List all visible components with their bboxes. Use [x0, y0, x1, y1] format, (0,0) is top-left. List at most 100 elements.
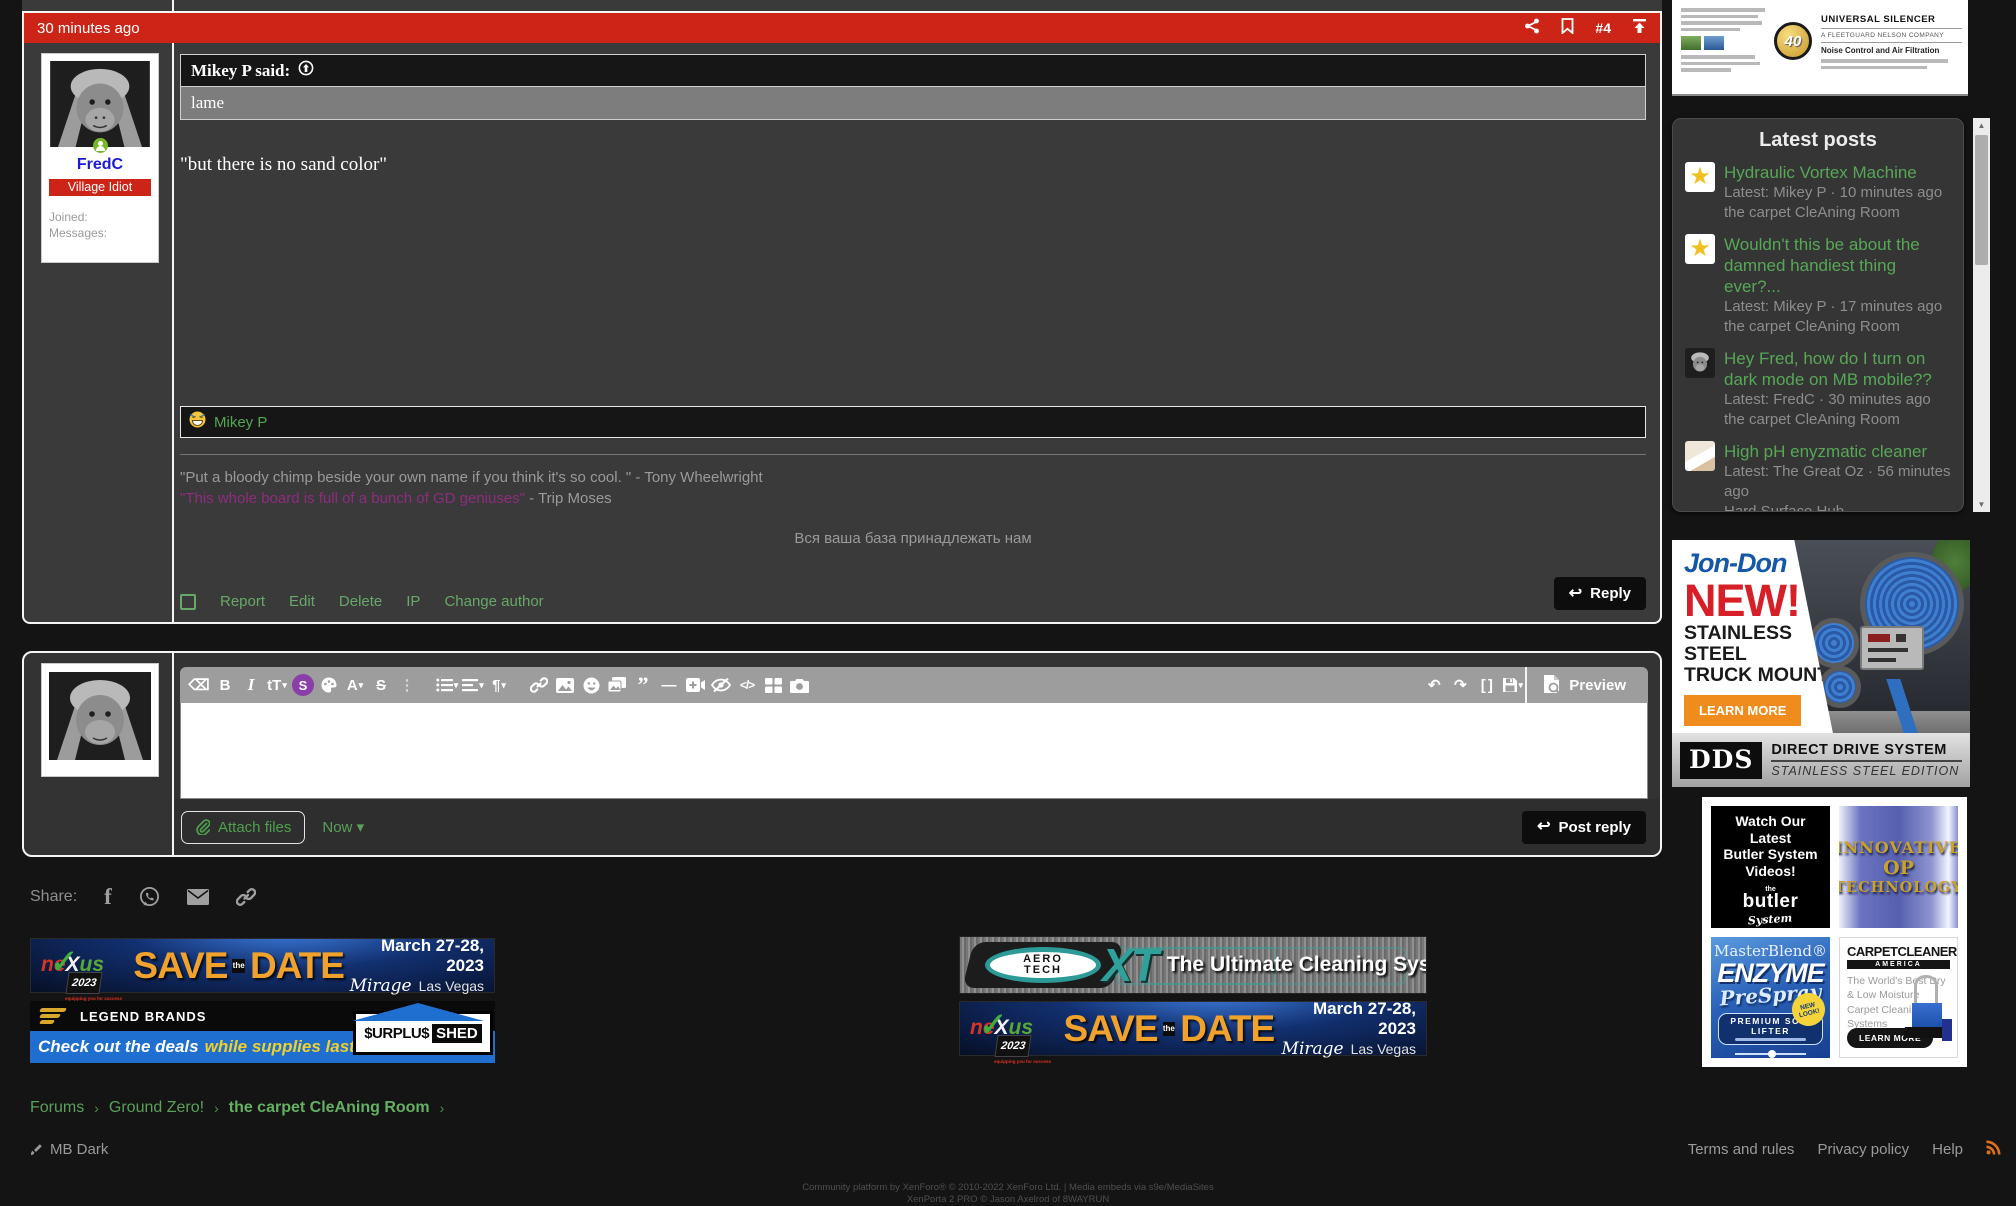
nexus-banner-ad-2[interactable]: neXus ✓ 2023 equipping you for success S…: [959, 1001, 1427, 1056]
style-chooser[interactable]: MB Dark: [30, 1141, 108, 1158]
jump-to-top-icon[interactable]: [1632, 18, 1647, 39]
post-timestamp[interactable]: 30 minutes ago: [37, 20, 140, 37]
alignment-icon[interactable]: ▾: [460, 671, 486, 699]
scroll-down-arrow[interactable]: ▼: [1973, 497, 1990, 512]
edit-link[interactable]: Edit: [289, 593, 315, 610]
scroll-up-arrow[interactable]: ▲: [1973, 118, 1990, 133]
reply-text-input[interactable]: [180, 703, 1648, 799]
platform-credit[interactable]: Community platform by XenForo® © 2010-20…: [0, 1182, 2016, 1194]
latest-post-item[interactable]: ★ Hydraulic Vortex Machine Latest: Mikey…: [1685, 162, 1951, 223]
bookmark-icon[interactable]: [1561, 18, 1574, 39]
insert-link-icon[interactable]: [526, 671, 552, 699]
select-post-checkbox[interactable]: [180, 594, 196, 610]
paragraph-format-icon[interactable]: ¶▾: [486, 671, 512, 699]
breadcrumb-forums[interactable]: Forums: [30, 1099, 84, 1117]
bold-icon[interactable]: B: [212, 671, 238, 699]
messages-label: Messages:: [49, 225, 151, 241]
italic-icon[interactable]: I: [238, 671, 264, 699]
thread-title[interactable]: Hydraulic Vortex Machine: [1724, 162, 1951, 183]
list-icon[interactable]: ▾: [434, 671, 460, 699]
font-family-icon[interactable]: A▾: [342, 671, 368, 699]
thread-forum[interactable]: the carpet CleAning Room: [1724, 203, 1951, 223]
strikethrough-icon[interactable]: S: [368, 671, 394, 699]
bbcode-icon[interactable]: [ ]: [1473, 671, 1499, 699]
horizontal-rule-icon[interactable]: —: [656, 671, 682, 699]
email-share-icon[interactable]: [187, 889, 209, 905]
thread-forum[interactable]: the carpet CleAning Room: [1724, 410, 1951, 430]
post-number[interactable]: #4: [1595, 20, 1611, 36]
rss-icon[interactable]: [1986, 1140, 2001, 1159]
sidebar: 40 UNIVERSAL SILENCER A FLEETGUARD NELSO…: [1672, 0, 2016, 1200]
dds-subtitle: STAINLESS STEEL EDITION: [1771, 764, 1962, 778]
thread-title[interactable]: Hey Fred, how do I turn on dark mode on …: [1724, 348, 1951, 390]
author-username[interactable]: FredC: [49, 156, 151, 174]
aerotech-banner-ad[interactable]: AEROTECH XT The Ultimate Cleaning System: [959, 936, 1427, 994]
spoiler-eye-slash-icon[interactable]: [708, 671, 734, 699]
camera-attach-icon[interactable]: [786, 671, 812, 699]
post-time-selector[interactable]: Now ▾: [322, 818, 364, 836]
quote-icon[interactable]: ”: [630, 671, 656, 699]
copy-link-share-icon[interactable]: [236, 887, 256, 907]
sidebar-scrollbar[interactable]: ▲ ▼: [1973, 118, 1990, 512]
dds-title: DIRECT DRIVE SYSTEM: [1771, 742, 1962, 762]
facebook-share-icon[interactable]: f: [104, 887, 112, 907]
save-text: SAVE: [1064, 1008, 1158, 1050]
terms-link[interactable]: Terms and rules: [1688, 1141, 1795, 1158]
thread-forum[interactable]: the carpet CleAning Room: [1724, 317, 1951, 337]
remove-format-icon[interactable]: ⌫: [186, 671, 212, 699]
jondon-ad[interactable]: Jon-Don NEW! STAINLESS STEEL TRUCK MOUNT…: [1672, 540, 1970, 787]
innovative-op-ad[interactable]: INNOVATIVE OP TECHNOLOGY: [1839, 806, 1958, 928]
whatsapp-share-icon[interactable]: [139, 886, 160, 907]
insert-image-icon[interactable]: [552, 671, 578, 699]
privacy-link[interactable]: Privacy policy: [1817, 1141, 1909, 1158]
smilies-icon[interactable]: [578, 671, 604, 699]
carp etcleaner-ad[interactable]: CARPETCLEANER AMERICA The World's Best D…: [1839, 937, 1958, 1059]
post-header: 30 minutes ago #4: [24, 13, 1660, 43]
signature-user-link[interactable]: Mikey P: [214, 414, 267, 431]
attach-files-button[interactable]: Attach files: [181, 811, 305, 844]
more-options-icon[interactable]: ⋮: [394, 671, 420, 699]
latest-post-item[interactable]: ★ Wouldn't this be about the damned hand…: [1685, 234, 1951, 337]
text-color-icon[interactable]: [316, 671, 342, 699]
report-link[interactable]: Report: [220, 593, 265, 610]
surplus-shed-logo[interactable]: $URPLU$SHED: [353, 1011, 493, 1055]
special-style-icon[interactable]: S: [290, 671, 316, 699]
undo-icon[interactable]: ↶: [1421, 671, 1447, 699]
thread-title[interactable]: Wouldn't this be about the damned handie…: [1724, 234, 1951, 297]
breadcrumb-current-forum[interactable]: the carpet CleAning Room: [229, 1099, 430, 1117]
masterblend-ad[interactable]: MasterBlend® ENZYME PreSpray NEWLOOK! PR…: [1711, 937, 1830, 1059]
post-reply-button[interactable]: ↩ Post reply: [1522, 811, 1646, 844]
avatar[interactable]: [49, 670, 151, 762]
thread-title[interactable]: High pH enyzmatic cleaner: [1724, 441, 1951, 462]
thread-avatar-chimp: [1685, 348, 1715, 378]
ip-link[interactable]: IP: [406, 593, 420, 610]
chevron-down-icon: ▾: [454, 680, 459, 691]
avatar[interactable]: [49, 61, 151, 147]
addon-credit[interactable]: XenPorta 2 PRO © Jason Axelrod of 8WAYRU…: [0, 1194, 2016, 1206]
go-to-quoted-post-icon[interactable]: [298, 60, 314, 81]
scrollbar-thumb[interactable]: [1975, 135, 1988, 265]
latest-post-item[interactable]: Hey Fred, how do I turn on dark mode on …: [1685, 348, 1951, 430]
latest-post-item[interactable]: High pH enyzmatic cleaner Latest: The Gr…: [1685, 441, 1951, 512]
reply-button[interactable]: ↩ Reply: [1554, 577, 1646, 610]
thread-forum[interactable]: Hard Surface Hub: [1724, 502, 1951, 512]
learn-more-button[interactable]: LEARN MORE: [1684, 695, 1801, 726]
chevron-down-icon: ▾: [359, 680, 364, 691]
table-icon[interactable]: [760, 671, 786, 699]
nexus-banner-ad[interactable]: neXus ✓ 2023 equipping you for success S…: [30, 938, 495, 993]
gallery-embed-icon[interactable]: [604, 671, 630, 699]
silencer-magazine-ad[interactable]: 40 UNIVERSAL SILENCER A FLEETGUARD NELSO…: [1672, 0, 1968, 96]
code-icon[interactable]: </>: [734, 671, 760, 699]
butler-ad[interactable]: Watch Our Latest Butler System Videos! t…: [1711, 806, 1830, 928]
drafts-icon[interactable]: ▾: [1499, 671, 1525, 699]
attach-files-label: Attach files: [218, 819, 291, 836]
share-icon[interactable]: [1524, 18, 1540, 39]
preview-button[interactable]: Preview: [1525, 667, 1642, 703]
media-embed-icon[interactable]: [682, 671, 708, 699]
delete-link[interactable]: Delete: [339, 593, 382, 610]
help-link[interactable]: Help: [1932, 1141, 1963, 1158]
breadcrumb-ground-zero[interactable]: Ground Zero!: [109, 1099, 204, 1117]
font-size-icon[interactable]: tT▾: [264, 671, 290, 699]
change-author-link[interactable]: Change author: [444, 593, 543, 610]
redo-icon[interactable]: ↷: [1447, 671, 1473, 699]
